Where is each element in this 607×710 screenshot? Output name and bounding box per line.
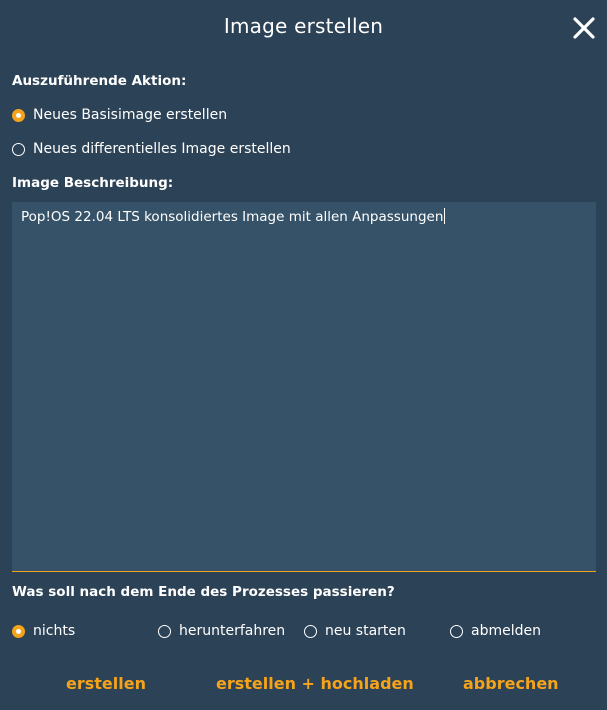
radio-selected-icon[interactable] [12,624,25,638]
radio-unselected-icon[interactable] [12,142,25,156]
description-label: Image Beschreibung: [12,175,174,191]
radio-shutdown[interactable]: herunterfahren [158,623,285,639]
radio-logout[interactable]: abmelden [450,623,541,639]
radio-unselected-icon[interactable] [304,624,317,638]
radio-selected-icon[interactable] [12,108,25,122]
create-button[interactable]: erstellen [66,674,146,693]
radio-differential-image-label: Neues differentielles Image erstellen [33,141,291,157]
text-caret [444,208,446,224]
radio-differential-image[interactable]: Neues differentielles Image erstellen [12,141,291,157]
image-description-value: Pop!OS 22.04 LTS konsolidiertes Image mi… [21,209,444,225]
cancel-button[interactable]: abbrechen [463,674,559,693]
radio-shutdown-label: herunterfahren [179,623,286,639]
radio-nothing-label: nichts [33,623,76,639]
image-description-field[interactable]: Pop!OS 22.04 LTS konsolidiertes Image mi… [12,202,596,572]
dialog-title: Image erstellen [223,14,384,38]
radio-nothing[interactable]: nichts [12,623,75,639]
action-label: Auszuführende Aktion: [12,73,187,89]
create-image-dialog: Image erstellen Auszuführende Aktion: Ne… [0,0,607,710]
radio-restart[interactable]: neu starten [304,623,406,639]
radio-logout-label: abmelden [471,623,541,639]
radio-unselected-icon[interactable] [158,624,171,638]
radio-basis-image-label: Neues Basisimage erstellen [33,107,228,123]
close-icon[interactable] [572,16,596,40]
create-upload-button[interactable]: erstellen + hochladen [216,674,414,693]
radio-basis-image[interactable]: Neues Basisimage erstellen [12,107,227,123]
radio-unselected-icon[interactable] [450,624,463,638]
after-process-label: Was soll nach dem Ende des Prozesses pas… [12,584,395,600]
radio-restart-label: neu starten [325,623,406,639]
